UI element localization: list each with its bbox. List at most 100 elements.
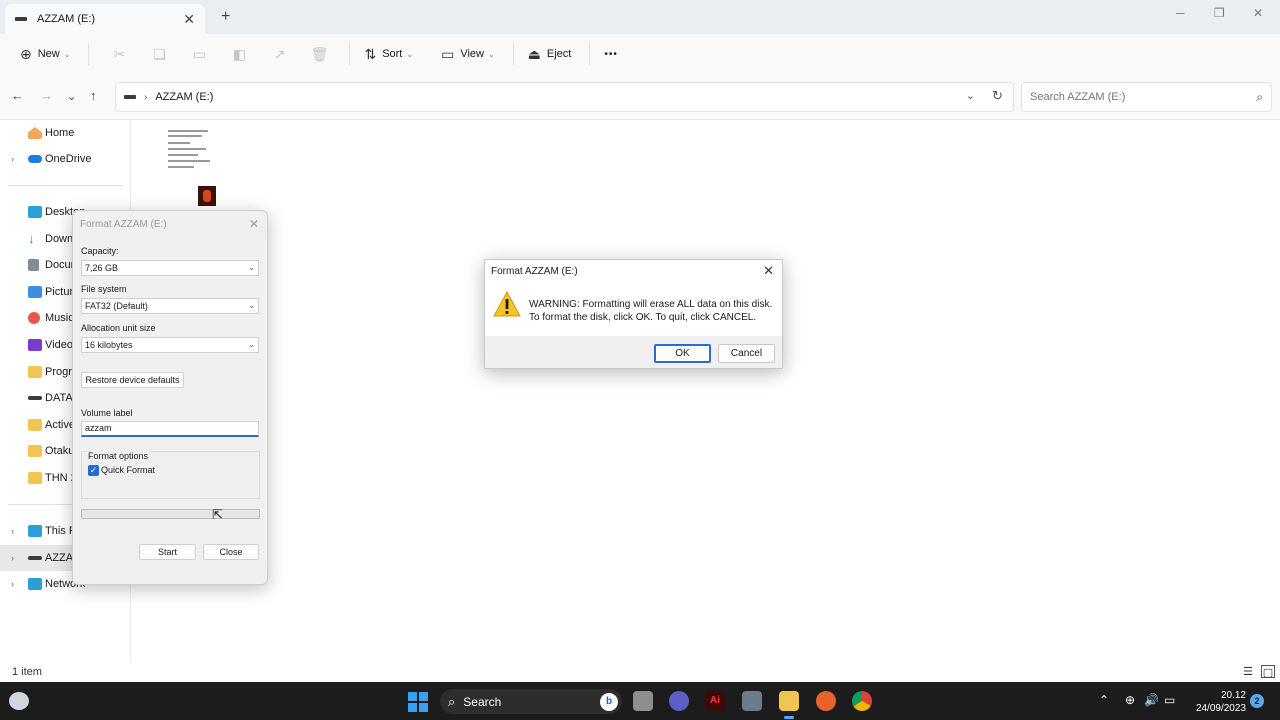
search-input[interactable] [1030, 91, 1257, 103]
details-view-icon[interactable]: ☰ [1241, 665, 1255, 678]
sort-button[interactable]: ⇅ Sort ⌄ [360, 40, 417, 68]
cancel-button[interactable]: Cancel [718, 344, 775, 363]
warning-line-1: WARNING: Formatting will erase ALL data … [529, 299, 773, 310]
teams-icon[interactable] [669, 691, 689, 711]
dialog-title: Format AZZAM (E:) [80, 219, 167, 230]
format-options-title: Format options [87, 451, 150, 461]
taskbar: ⌕ Search b Ai ⌃ ⊕ 🔊 ▭ 20.12 24/09/2023 2 [0, 682, 1280, 720]
tab-azzam[interactable]: AZZAM (E:) ✕ [5, 4, 205, 34]
quick-format-label[interactable]: Quick Format [101, 465, 155, 475]
file-explorer-icon[interactable] [779, 691, 799, 719]
tiles-view-icon[interactable]: ▢ [1261, 665, 1275, 679]
filesystem-select[interactable]: FAT32 (Default) ⌄ [81, 298, 259, 314]
notification-badge[interactable]: 2 [1250, 694, 1264, 708]
address-bar[interactable]: › AZZAM (E:) ⌄ ↻ [115, 82, 1014, 112]
view-button[interactable]: ▭ View ⌄ [437, 40, 499, 68]
plus-circle-icon: ⊕ [20, 45, 32, 62]
refresh-icon[interactable]: ↻ [992, 88, 1003, 104]
downloads-icon: ↓ [28, 231, 35, 246]
illustrator-icon[interactable]: Ai [705, 691, 725, 711]
allocation-select[interactable]: 16 kilobytes ⌄ [81, 337, 259, 353]
minimize-button[interactable]: ─ [1176, 6, 1185, 20]
documents-icon [28, 259, 39, 271]
preview-line [168, 154, 198, 156]
volume-icon[interactable]: 🔊 [1144, 693, 1159, 707]
breadcrumb[interactable]: AZZAM (E:) [155, 91, 213, 103]
warning-line-2: To format the disk, click OK. To quit, c… [529, 312, 757, 323]
search-icon[interactable]: ⌕ [1256, 90, 1263, 105]
back-arrow-icon[interactable]: ← [11, 88, 24, 103]
chevron-right-icon[interactable]: › [11, 526, 14, 536]
cut-icon[interactable]: ✂ [99, 46, 139, 63]
firefox-icon[interactable] [816, 691, 836, 711]
new-label: New [37, 48, 60, 60]
more-options-button[interactable]: ••• [600, 40, 622, 68]
close-window-button[interactable]: ✕ [1253, 6, 1263, 20]
preview-line [168, 166, 194, 168]
camera-icon[interactable] [742, 691, 762, 711]
maximize-button[interactable]: ❐ [1214, 6, 1225, 20]
allocation-value: 16 kilobytes [85, 340, 133, 350]
volume-label: Volume label [81, 408, 133, 418]
share-icon[interactable]: ↗ [259, 46, 299, 63]
divider [8, 185, 123, 186]
recent-chevron-icon[interactable]: ⌄ [67, 90, 76, 103]
paste-icon[interactable]: ▭ [179, 46, 219, 63]
search-box[interactable]: ⌕ [1021, 82, 1272, 112]
rename-icon[interactable]: ◧ [219, 46, 259, 63]
search-icon: ⌕ [448, 693, 456, 709]
forward-arrow-icon[interactable]: → [40, 88, 53, 103]
close-icon[interactable]: ✕ [763, 263, 774, 279]
capacity-select[interactable]: 7,26 GB ⌄ [81, 260, 259, 276]
close-tab-icon[interactable]: ✕ [183, 11, 195, 28]
sidebar-item-home[interactable]: Home [0, 120, 131, 146]
start-button[interactable]: Start [139, 544, 196, 560]
preview-line [168, 148, 206, 150]
photo-overlay-icon [198, 186, 216, 206]
eject-button[interactable]: ⏏ Eject [524, 40, 576, 68]
chevron-right-icon[interactable]: › [11, 579, 14, 589]
new-tab-button[interactable]: + [221, 8, 230, 26]
divider [88, 43, 90, 65]
pc-icon [28, 525, 42, 537]
ok-button[interactable]: OK [654, 344, 711, 363]
dialog-title-bar: Format AZZAM (E:) ✕ [485, 260, 782, 282]
task-view-icon[interactable] [633, 691, 653, 711]
command-bar: ⊕ New ⌄ ✂ ❏ ▭ ◧ ↗ 🗑 ⇅ Sort ⌄ ▭ View ⌄ ⏏ … [0, 34, 1280, 74]
pictures-icon [28, 286, 42, 298]
chevron-down-icon[interactable]: ⌄ [966, 89, 975, 102]
delete-icon[interactable]: 🗑 [299, 46, 339, 63]
start-button[interactable] [408, 692, 428, 712]
quick-format-checkbox[interactable]: ✓ [88, 465, 99, 476]
mouse-cursor-icon: ⇱ [212, 507, 223, 522]
file-thumbnail[interactable] [160, 126, 218, 206]
chevron-up-icon[interactable]: ⌃ [1099, 693, 1109, 707]
weather-icon[interactable] [9, 692, 29, 710]
close-icon[interactable]: ✕ [249, 217, 259, 231]
up-arrow-icon[interactable]: ↑ [90, 88, 97, 103]
windows-logo-tile [419, 703, 428, 712]
battery-icon[interactable]: ▭ [1164, 693, 1175, 707]
language-icon[interactable]: ⊕ [1125, 693, 1135, 707]
chevron-right-icon[interactable]: › [11, 553, 14, 563]
item-count: 1 item [12, 666, 42, 678]
copy-icon[interactable]: ❏ [139, 46, 179, 63]
chrome-icon[interactable] [852, 691, 872, 711]
chevron-down-icon: ⌄ [248, 263, 255, 272]
onedrive-icon [28, 155, 42, 163]
drive-icon [124, 95, 136, 99]
view-label: View [460, 48, 484, 60]
allocation-label: Allocation unit size [81, 323, 156, 333]
clock[interactable]: 20.12 24/09/2023 [1190, 689, 1246, 715]
new-button[interactable]: ⊕ New ⌄ [16, 40, 74, 68]
restore-defaults-button[interactable]: Restore device defaults [81, 372, 184, 388]
volume-label-input[interactable]: azzam [81, 421, 259, 437]
sidebar-item-onedrive[interactable]: › OneDrive [0, 146, 131, 172]
chevron-right-icon[interactable]: › [11, 154, 14, 164]
videos-icon [28, 339, 42, 351]
view-icon: ▭ [441, 45, 455, 62]
taskbar-search[interactable]: ⌕ Search b [440, 689, 622, 714]
divider [589, 43, 591, 65]
chevron-down-icon: ⌄ [248, 301, 255, 310]
close-button[interactable]: Close [203, 544, 259, 560]
